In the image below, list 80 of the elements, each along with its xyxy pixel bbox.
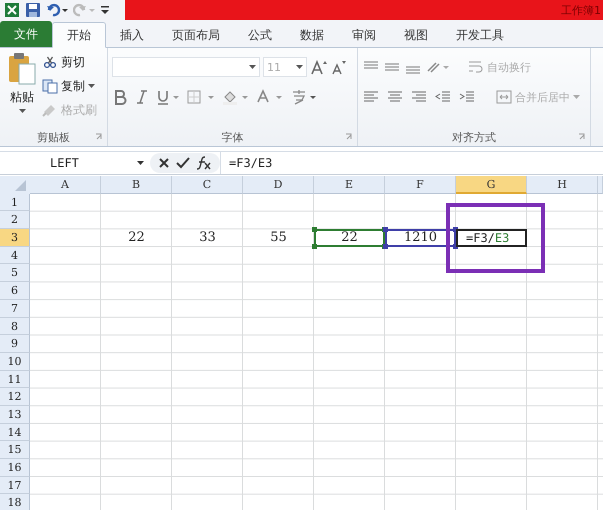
row-header[interactable]: 2 xyxy=(0,211,30,230)
dialog-launcher-icon[interactable] xyxy=(95,133,103,141)
row-header[interactable]: 7 xyxy=(0,300,30,318)
name-box[interactable]: LEFT xyxy=(0,156,150,170)
caret-icon xyxy=(296,65,303,69)
ribbon-tab[interactable]: 视图 xyxy=(390,23,442,47)
fill-bucket-icon[interactable] xyxy=(222,89,250,105)
column-header[interactable]: D xyxy=(243,176,314,194)
caret-icon xyxy=(18,109,26,113)
row-header[interactable]: 9 xyxy=(0,335,30,353)
enter-icon[interactable] xyxy=(176,157,190,169)
merge-icon xyxy=(496,90,512,104)
wrap-text-icon xyxy=(468,60,484,74)
underline-icon[interactable] xyxy=(156,89,180,105)
row-header[interactable]: 6 xyxy=(0,282,30,300)
row-header[interactable]: 13 xyxy=(0,406,30,424)
bold-icon[interactable] xyxy=(112,89,128,105)
row-header[interactable]: 12 xyxy=(0,388,30,406)
table-cell-text: 22 xyxy=(340,230,359,246)
row-header[interactable]: 10 xyxy=(0,352,30,371)
copy-icon xyxy=(42,78,58,94)
caret-icon xyxy=(573,95,580,99)
row-header[interactable]: 15 xyxy=(0,441,30,459)
ribbon-tab[interactable]: 数据 xyxy=(286,23,338,47)
row-header[interactable]: 17 xyxy=(0,476,30,494)
row-header[interactable]: 16 xyxy=(0,459,30,477)
group-label: 剪贴板 xyxy=(37,130,70,144)
column-header[interactable]: E xyxy=(314,176,385,194)
editing-cell[interactable]: =F3/E3 xyxy=(456,229,527,247)
ribbon-tab[interactable]: 审阅 xyxy=(338,23,390,47)
italic-icon[interactable] xyxy=(134,89,150,105)
group-label: 对齐方式 xyxy=(452,130,496,144)
table-cell-text: 55 xyxy=(269,230,288,246)
row-header[interactable]: 1 xyxy=(0,194,30,212)
column-header[interactable]: F xyxy=(385,176,456,194)
ribbon-tab[interactable]: 开发工具 xyxy=(442,23,518,47)
font-color-icon[interactable] xyxy=(256,89,284,105)
column-header[interactable]: H xyxy=(527,176,598,194)
dialog-launcher-icon[interactable] xyxy=(345,133,353,141)
ribbon-button[interactable]: 剪切 xyxy=(42,52,97,72)
save-icon[interactable] xyxy=(25,2,41,18)
window-title: 工作簿1 xyxy=(561,2,601,18)
file-tab[interactable]: 文件 xyxy=(0,21,52,47)
dialog-launcher-icon[interactable] xyxy=(578,133,586,141)
caret-icon xyxy=(249,65,256,69)
phonetic-icon[interactable] xyxy=(290,89,318,105)
ribbon-tab[interactable]: 公式 xyxy=(234,23,286,47)
row-header[interactable]: 4 xyxy=(0,246,30,264)
undo-icon[interactable] xyxy=(46,2,68,18)
table-cell-text: 22 xyxy=(127,230,146,246)
ribbon-tab[interactable]: 开始 xyxy=(52,22,106,48)
grow-font-icon[interactable] xyxy=(310,59,328,75)
row-header[interactable]: 5 xyxy=(0,264,30,282)
formula-field[interactable]: =F3/E3 xyxy=(220,152,603,174)
ribbon-button[interactable]: 复制 xyxy=(42,76,97,96)
cancel-icon[interactable] xyxy=(158,157,170,169)
column-header[interactable]: C xyxy=(172,176,243,194)
insert-function-icon[interactable] xyxy=(196,156,212,170)
row-header[interactable]: 18 xyxy=(0,494,30,510)
brush-icon xyxy=(42,102,58,118)
paste-button[interactable]: 粘贴 xyxy=(4,52,40,128)
column-header[interactable]: A xyxy=(30,176,101,194)
ribbon-tab[interactable]: 页面布局 xyxy=(158,23,234,47)
group-label: 字体 xyxy=(222,130,244,144)
column-header[interactable]: B xyxy=(101,176,172,194)
row-header[interactable]: 11 xyxy=(0,370,30,388)
font-name-field[interactable] xyxy=(112,57,260,77)
column-header[interactable]: G xyxy=(456,176,527,194)
excel-icon[interactable] xyxy=(4,2,20,18)
scissors-icon xyxy=(42,54,58,70)
caret-icon xyxy=(137,161,144,165)
row-header[interactable]: 8 xyxy=(0,318,30,336)
table-cell-text: 33 xyxy=(198,230,217,246)
clipboard-icon xyxy=(7,52,37,86)
row-header[interactable]: 3 xyxy=(0,229,30,247)
table-cell-text: 1210 xyxy=(402,230,438,246)
shrink-font-icon[interactable] xyxy=(331,59,347,75)
border-icon[interactable] xyxy=(186,89,216,105)
ribbon-tab[interactable]: 插入 xyxy=(106,23,158,47)
row-header[interactable]: 14 xyxy=(0,424,30,442)
